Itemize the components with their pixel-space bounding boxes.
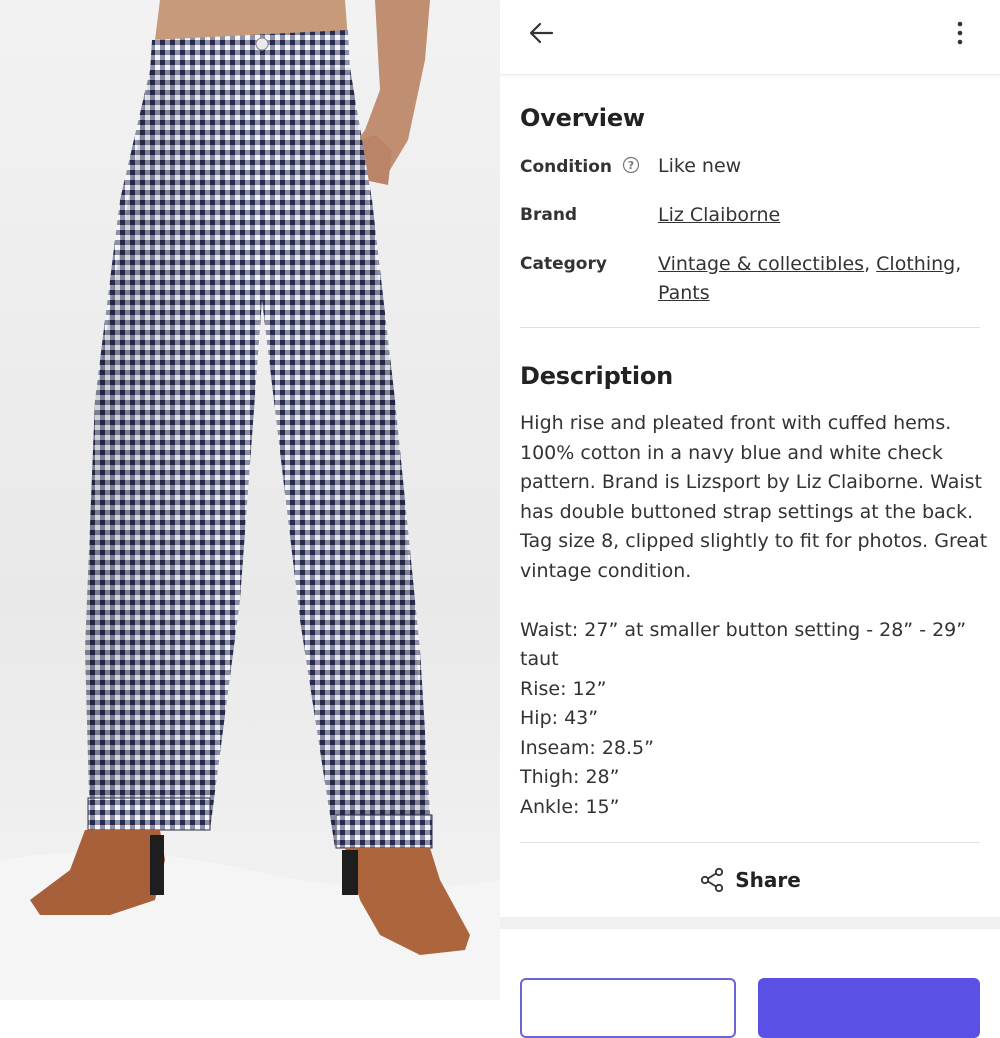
back-button[interactable] <box>524 16 558 50</box>
section-separator-band <box>500 917 1000 929</box>
share-button[interactable]: Share <box>500 858 1000 902</box>
description-paragraph: High rise and pleated front with cuffed … <box>520 412 988 582</box>
more-vertical-icon <box>957 21 963 45</box>
svg-text:?: ? <box>628 159 634 172</box>
description-body: High rise and pleated front with cuffed … <box>520 409 990 822</box>
category-link-vintage[interactable]: Vintage & collectibles <box>658 253 864 275</box>
overview-title: Overview <box>520 104 645 132</box>
secondary-action-button[interactable] <box>520 978 736 1038</box>
gingham-pants-image <box>0 0 500 1000</box>
share-label: Share <box>735 868 801 892</box>
category-link-pants[interactable]: Pants <box>658 282 710 304</box>
measurement-inseam: Inseam: 28.5” <box>520 736 654 759</box>
top-bar <box>500 0 1000 75</box>
product-photo <box>0 0 500 1000</box>
category-link-clothing[interactable]: Clothing <box>876 253 955 275</box>
share-icon <box>701 867 724 893</box>
measurement-thigh: Thigh: 28” <box>520 766 620 788</box>
description-title: Description <box>520 362 674 390</box>
more-options-button[interactable] <box>948 16 972 50</box>
measurement-ankle: Ankle: 15” <box>520 795 620 818</box>
condition-label: Condition ? <box>520 156 640 177</box>
brand-label: Brand <box>520 205 578 225</box>
measurement-waist: Waist: 27” at smaller button setting - 2… <box>520 618 967 671</box>
category-separator: , <box>864 253 877 275</box>
section-divider <box>520 842 980 843</box>
condition-value: Like new <box>658 155 742 177</box>
measurement-hip: Hip: 43” <box>520 707 599 729</box>
listing-details-panel: Overview Condition ? Like new Brand Liz … <box>500 0 1000 1038</box>
condition-label-text: Condition <box>520 157 612 177</box>
measurement-rise: Rise: 12” <box>520 677 607 700</box>
category-label: Category <box>520 254 607 274</box>
question-circle-icon[interactable]: ? <box>622 156 640 174</box>
arrow-left-icon <box>529 22 554 44</box>
primary-action-button[interactable] <box>758 978 980 1038</box>
brand-link[interactable]: Liz Claiborne <box>658 204 780 226</box>
category-separator: , <box>955 253 962 275</box>
section-divider <box>520 327 980 328</box>
